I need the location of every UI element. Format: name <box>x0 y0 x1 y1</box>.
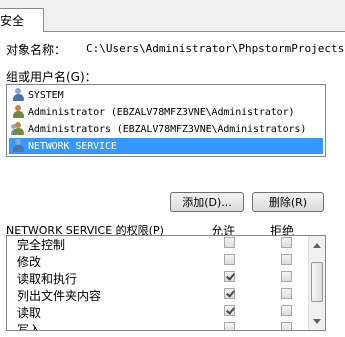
permission-name: 写入 <box>17 323 42 331</box>
permission-name: 修改 <box>17 255 42 269</box>
object-name-label: 对象名称： <box>6 43 67 57</box>
permissions-list: 完全控制 修改 读取和执行 列出文件夹内容 读取 写入 <box>6 235 326 331</box>
principals-list[interactable]: SYSTEM Administrator (EBZALV78MFZ3VNE\Ad… <box>6 84 326 157</box>
principal-name: SYSTEM <box>28 89 64 101</box>
permission-name: 列出文件夹内容 <box>17 289 102 303</box>
list-item-network-service[interactable]: NETWORK SERVICE <box>9 138 323 154</box>
list-item-system[interactable]: SYSTEM <box>9 87 323 103</box>
deny-checkbox[interactable] <box>281 237 292 248</box>
permission-name: 完全控制 <box>17 238 66 252</box>
permission-row-list-folder: 列出文件夹内容 <box>17 286 307 303</box>
allow-checkbox[interactable] <box>224 271 235 282</box>
principal-name: Administrator (EBZALV78MFZ3VNE\Administr… <box>28 106 295 118</box>
allow-checkbox[interactable] <box>224 305 235 316</box>
group-icon <box>11 122 25 136</box>
object-path: C:\Users\Administrator\PhpstormProjects\ <box>86 42 345 55</box>
permission-row-read: 读取 <box>17 303 307 320</box>
deny-checkbox[interactable] <box>281 288 292 299</box>
permission-row-read-execute: 读取和执行 <box>17 269 307 286</box>
permission-name: 读取 <box>17 306 42 320</box>
service-group-icon <box>11 139 25 153</box>
permission-row-full-control: 完全控制 <box>17 236 307 252</box>
permission-row-modify: 修改 <box>17 252 307 269</box>
scroll-down-icon[interactable] <box>313 319 321 324</box>
allow-checkbox[interactable] <box>224 254 235 265</box>
allow-checkbox[interactable] <box>224 322 235 330</box>
principals-label: 组或用户名(G)： <box>6 70 97 84</box>
permission-name: 读取和执行 <box>17 272 78 286</box>
deny-checkbox[interactable] <box>281 305 292 316</box>
deny-checkbox[interactable] <box>281 271 292 282</box>
scrollbar-thumb[interactable] <box>311 262 323 302</box>
tab-security-label: 安全 <box>0 14 25 28</box>
scroll-up-icon[interactable] <box>313 243 321 248</box>
tab-security[interactable]: 安全 <box>0 8 44 32</box>
permissions-scrollbar[interactable] <box>308 236 325 330</box>
principal-name: Administrators (EBZALV78MFZ3VNE\Administ… <box>28 123 307 135</box>
user-icon <box>11 105 25 119</box>
system-user-icon <box>11 88 25 102</box>
deny-checkbox[interactable] <box>281 254 292 265</box>
allow-checkbox[interactable] <box>224 288 235 299</box>
deny-checkbox[interactable] <box>281 322 292 330</box>
allow-checkbox[interactable] <box>224 237 235 248</box>
principal-name: NETWORK SERVICE <box>28 140 117 152</box>
permission-row-write: 写入 <box>17 320 307 331</box>
add-button[interactable]: 添加(D)... <box>170 192 244 212</box>
remove-button[interactable]: 删除(R) <box>252 192 324 212</box>
list-item-administrators[interactable]: Administrators (EBZALV78MFZ3VNE\Administ… <box>9 121 323 137</box>
list-item-administrator[interactable]: Administrator (EBZALV78MFZ3VNE\Administr… <box>9 104 323 120</box>
